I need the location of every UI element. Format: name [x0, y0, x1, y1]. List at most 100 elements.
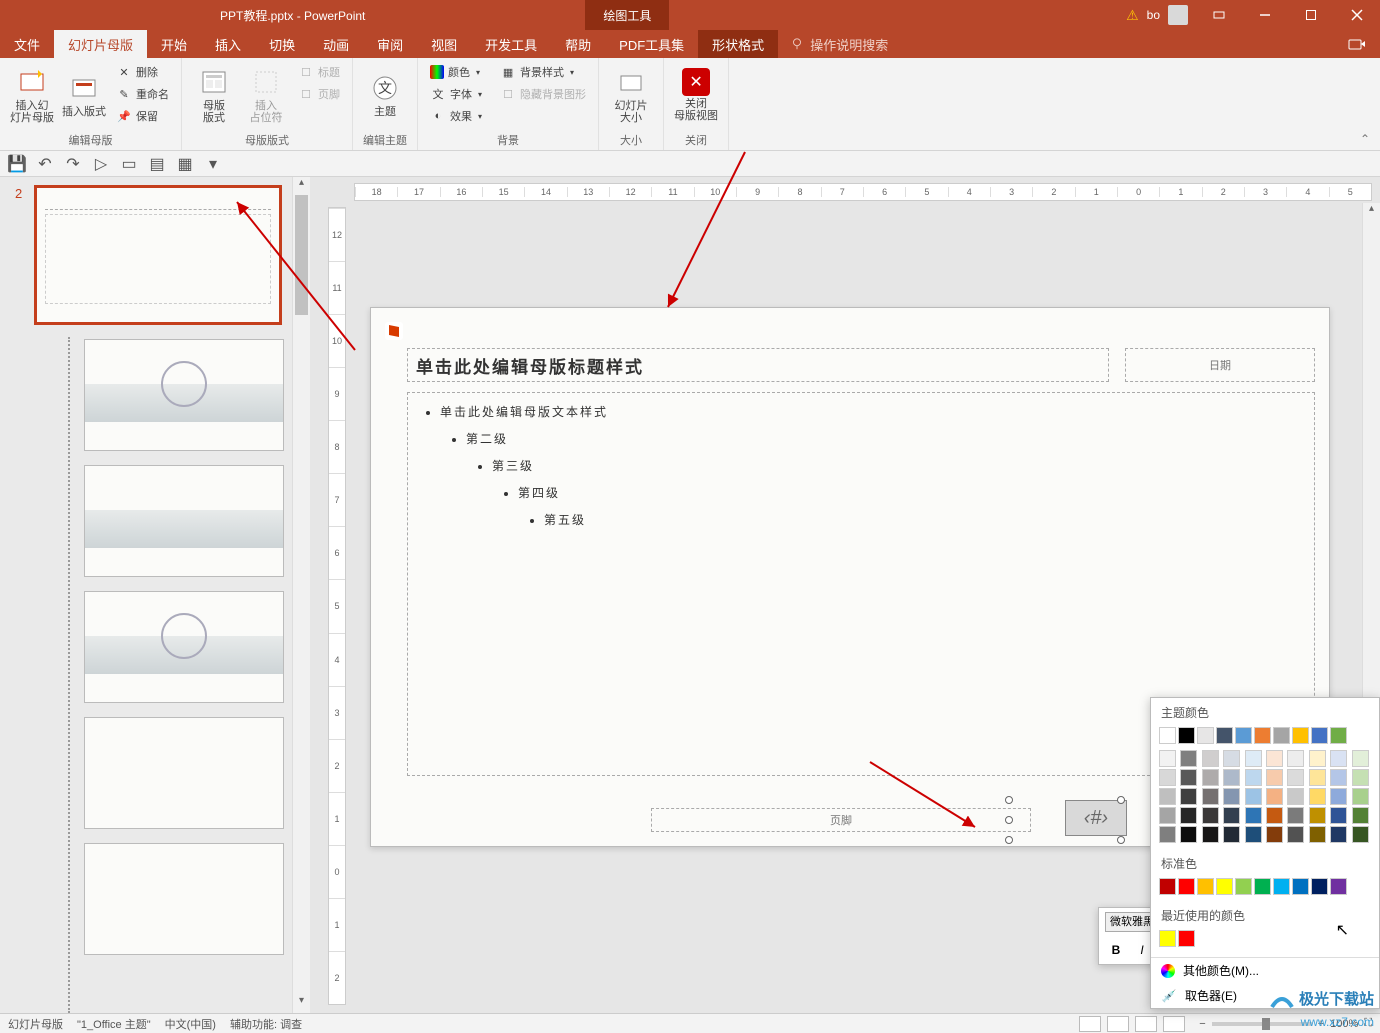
layout-thumbnail[interactable] [84, 843, 284, 955]
color-swatch[interactable] [1311, 878, 1328, 895]
color-swatch[interactable] [1266, 807, 1283, 824]
preserve-button[interactable]: 📌保留 [112, 106, 173, 126]
color-swatch[interactable] [1330, 769, 1347, 786]
scroll-handle[interactable] [295, 195, 308, 315]
hide-bg-checkbox[interactable]: ☐隐藏背景图形 [496, 84, 590, 104]
selection-handle[interactable] [1117, 796, 1125, 804]
share-button[interactable] [1334, 30, 1380, 58]
minimize-button[interactable] [1242, 0, 1288, 30]
color-swatch[interactable] [1287, 788, 1304, 805]
color-swatch[interactable] [1330, 750, 1347, 767]
color-swatch[interactable] [1235, 878, 1252, 895]
color-swatch[interactable] [1287, 807, 1304, 824]
color-swatch[interactable] [1330, 727, 1347, 744]
color-swatch[interactable] [1223, 826, 1240, 843]
color-swatch[interactable] [1330, 878, 1347, 895]
color-swatch[interactable] [1178, 878, 1195, 895]
color-swatch[interactable] [1159, 788, 1176, 805]
insert-placeholder-button[interactable]: 插入 占位符 [242, 62, 290, 128]
color-swatch[interactable] [1159, 807, 1176, 824]
redo-icon[interactable]: ↷ [64, 155, 82, 173]
color-swatch[interactable] [1309, 826, 1326, 843]
color-swatch[interactable] [1202, 788, 1219, 805]
color-swatch[interactable] [1245, 788, 1262, 805]
color-swatch[interactable] [1287, 826, 1304, 843]
layout-thumbnail[interactable] [84, 465, 284, 577]
tab-view[interactable]: 视图 [417, 30, 471, 58]
color-swatch[interactable] [1266, 750, 1283, 767]
sorter-view-button[interactable] [1107, 1016, 1129, 1032]
vertical-ruler[interactable]: 121110987654321012 [328, 207, 346, 1005]
color-swatch[interactable] [1287, 750, 1304, 767]
color-swatch[interactable] [1223, 769, 1240, 786]
tell-me-search[interactable]: 操作说明搜索 [778, 30, 900, 58]
color-swatch[interactable] [1352, 826, 1369, 843]
tab-review[interactable]: 审阅 [363, 30, 417, 58]
footer-placeholder[interactable]: 页脚 [651, 808, 1031, 832]
color-swatch[interactable] [1311, 727, 1328, 744]
selection-handle[interactable] [1005, 816, 1013, 824]
zoom-out-icon[interactable]: − [1199, 1018, 1205, 1030]
color-swatch[interactable] [1223, 750, 1240, 767]
color-swatch[interactable] [1159, 930, 1176, 947]
normal-view-button[interactable] [1079, 1016, 1101, 1032]
tab-developer[interactable]: 开发工具 [471, 30, 551, 58]
color-swatch[interactable] [1245, 750, 1262, 767]
color-swatch[interactable] [1235, 727, 1252, 744]
qat-customize-icon[interactable]: ▾ [204, 155, 222, 173]
color-swatch[interactable] [1266, 826, 1283, 843]
tab-slide-master[interactable]: 幻灯片母版 [54, 30, 147, 58]
start-from-beginning-icon[interactable]: ▷ [92, 155, 110, 173]
color-swatch[interactable] [1202, 826, 1219, 843]
close-master-view-button[interactable]: ✕ 关闭 母版视图 [672, 62, 720, 128]
tab-shape-format[interactable]: 形状格式 [698, 30, 778, 58]
maximize-button[interactable] [1288, 0, 1334, 30]
footer-checkbox[interactable]: ☐页脚 [294, 84, 344, 104]
tab-insert[interactable]: 插入 [201, 30, 255, 58]
color-swatch[interactable] [1254, 727, 1271, 744]
layout-thumbnail[interactable] [84, 717, 284, 829]
color-swatch[interactable] [1159, 727, 1176, 744]
color-swatch[interactable] [1180, 788, 1197, 805]
selection-handle[interactable] [1005, 836, 1013, 844]
color-swatch[interactable] [1216, 878, 1233, 895]
color-swatch[interactable] [1197, 878, 1214, 895]
selection-handle[interactable] [1117, 836, 1125, 844]
title-checkbox[interactable]: ☐标题 [294, 62, 344, 82]
color-swatch[interactable] [1159, 750, 1176, 767]
color-swatch[interactable] [1309, 788, 1326, 805]
color-swatch[interactable] [1292, 727, 1309, 744]
scroll-up-icon[interactable]: ▴ [1363, 203, 1380, 221]
bold-button[interactable]: B [1105, 939, 1127, 961]
rename-button[interactable]: ✎重命名 [112, 84, 173, 104]
color-swatch[interactable] [1254, 878, 1271, 895]
color-swatch[interactable] [1292, 878, 1309, 895]
color-swatch[interactable] [1180, 807, 1197, 824]
tab-pdf-tools[interactable]: PDF工具集 [605, 30, 698, 58]
horizontal-ruler[interactable]: 181716151413121110987654321012345 [354, 183, 1372, 201]
color-swatch[interactable] [1352, 788, 1369, 805]
ribbon-display-button[interactable] [1196, 0, 1242, 30]
tab-help[interactable]: 帮助 [551, 30, 605, 58]
color-swatch[interactable] [1180, 826, 1197, 843]
color-swatch[interactable] [1266, 769, 1283, 786]
master-thumbnail[interactable]: 2 [34, 185, 282, 325]
color-swatch[interactable] [1180, 769, 1197, 786]
color-swatch[interactable] [1352, 769, 1369, 786]
color-swatch[interactable] [1309, 750, 1326, 767]
color-swatch[interactable] [1330, 826, 1347, 843]
bg-styles-button[interactable]: ▦背景样式▾ [496, 62, 590, 82]
qat-icon-6[interactable]: ▤ [148, 155, 166, 173]
color-swatch[interactable] [1159, 826, 1176, 843]
color-swatch[interactable] [1245, 769, 1262, 786]
scroll-up-icon[interactable]: ▴ [293, 177, 310, 195]
tab-animations[interactable]: 动画 [309, 30, 363, 58]
qat-icon-5[interactable]: ▭ [120, 155, 138, 173]
color-swatch[interactable] [1216, 727, 1233, 744]
save-icon[interactable]: 💾 [8, 155, 26, 173]
color-swatch[interactable] [1223, 807, 1240, 824]
delete-button[interactable]: ✕删除 [112, 62, 173, 82]
color-swatch[interactable] [1197, 727, 1214, 744]
color-swatch[interactable] [1287, 769, 1304, 786]
color-swatch[interactable] [1245, 807, 1262, 824]
